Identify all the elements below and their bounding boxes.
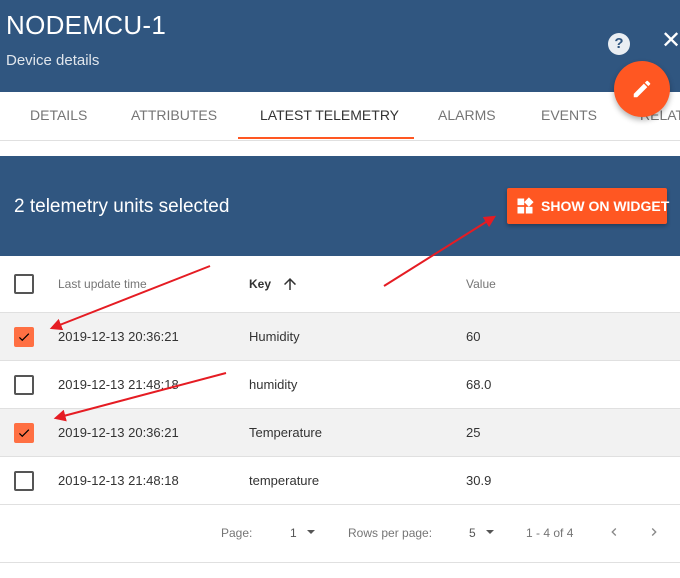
cell-time: 2019-12-13 20:36:21: [58, 329, 179, 344]
bottom-divider: [0, 562, 680, 563]
select-all-checkbox[interactable]: [14, 274, 34, 294]
tab-alarms[interactable]: ALARMS: [438, 92, 496, 140]
table-row[interactable]: 2019-12-13 21:48:18 humidity 68.0: [0, 361, 680, 409]
rows-per-page-label: Rows per page:: [348, 526, 433, 540]
row-checkbox[interactable]: [14, 422, 34, 443]
checkmark-icon: [18, 428, 30, 437]
tab-attributes[interactable]: ATTRIBUTES: [131, 92, 217, 140]
table-row[interactable]: 2019-12-13 20:36:21 Humidity 60: [0, 313, 680, 361]
next-page-button[interactable]: [646, 524, 662, 543]
cell-value: 30.9: [466, 473, 492, 488]
close-icon: ✕: [660, 27, 680, 54]
close-button[interactable]: ✕: [660, 27, 680, 54]
chevron-down-icon: [307, 530, 316, 534]
selection-toolbar: 2 telemetry units selected SHOW ON WIDGE…: [0, 156, 680, 256]
select-all-cell: [14, 256, 34, 312]
sort-ascending-icon: [284, 278, 297, 290]
checkmark-icon: [18, 332, 30, 341]
selection-count-text: 2 telemetry units selected: [14, 196, 230, 217]
cell-time: 2019-12-13 21:48:18: [58, 473, 179, 488]
paginator: Page: 1 Rows per page: 5 1 - 4 of 4: [0, 506, 680, 562]
show-on-widget-label: SHOW ON WIDGET: [541, 198, 670, 214]
row-checkbox-cell: [14, 457, 34, 504]
page-range: 1 - 4 of 4: [526, 526, 574, 540]
help-icon: ?: [614, 35, 624, 52]
table-row[interactable]: 2019-12-13 21:48:18 temperature 30.9: [0, 457, 680, 505]
active-tab-indicator: [238, 137, 414, 139]
cell-time: 2019-12-13 21:48:18: [58, 377, 179, 392]
chevron-left-icon: [611, 528, 617, 536]
previous-page-button[interactable]: [606, 524, 622, 543]
widgets-icon: [517, 197, 534, 214]
table-row[interactable]: 2019-12-13 20:36:21 Temperature 25: [0, 409, 680, 457]
row-checkbox[interactable]: [14, 374, 34, 395]
row-checkbox[interactable]: [14, 470, 34, 491]
table-header: Last update time Key Value: [0, 256, 680, 313]
row-checkbox-cell: [14, 409, 34, 456]
column-header-key-label: Key: [249, 277, 272, 291]
rows-per-page-value: 5: [469, 526, 476, 540]
device-subtitle: Device details: [6, 52, 100, 69]
page-select-value: 1: [290, 526, 297, 540]
cell-key: Temperature: [249, 425, 322, 440]
page-select[interactable]: 1: [290, 526, 316, 540]
cell-value: 60: [466, 329, 481, 344]
telemetry-table: Last update time Key Value 2019-12-13 20…: [0, 256, 680, 505]
show-on-widget-button[interactable]: SHOW ON WIDGET: [507, 188, 670, 224]
tab-latest-telemetry[interactable]: LATEST TELEMETRY: [260, 92, 399, 140]
row-checkbox[interactable]: [14, 326, 34, 347]
edit-button[interactable]: [614, 61, 670, 117]
rows-per-page-select[interactable]: 5: [469, 526, 495, 540]
column-header-key[interactable]: Key: [249, 256, 299, 312]
chevron-right-icon: [651, 528, 657, 536]
column-header-time[interactable]: Last update time: [58, 256, 147, 312]
device-title: NODEMCU-1: [6, 10, 167, 40]
device-header: NODEMCU-1 Device details ? ✕: [0, 0, 680, 92]
cell-key: Humidity: [249, 329, 300, 344]
cell-key: humidity: [249, 377, 298, 392]
tab-details[interactable]: DETAILS: [30, 92, 87, 140]
tab-bar: DETAILS ATTRIBUTES LATEST TELEMETRY ALAR…: [0, 92, 680, 141]
page-label: Page:: [221, 526, 253, 540]
column-header-value[interactable]: Value: [466, 256, 496, 312]
cell-value: 68.0: [466, 377, 492, 392]
tab-events[interactable]: EVENTS: [541, 92, 597, 140]
cell-key: temperature: [249, 473, 320, 488]
device-details-page: NODEMCU-1 Device details ? ✕ DETAILS ATT…: [0, 0, 680, 578]
help-button[interactable]: ?: [608, 33, 630, 55]
cell-time: 2019-12-13 20:36:21: [58, 425, 179, 440]
pencil-icon: [633, 80, 651, 98]
row-checkbox-cell: [14, 313, 34, 360]
row-checkbox-cell: [14, 361, 34, 408]
chevron-down-icon: [486, 530, 495, 534]
cell-value: 25: [466, 425, 481, 440]
